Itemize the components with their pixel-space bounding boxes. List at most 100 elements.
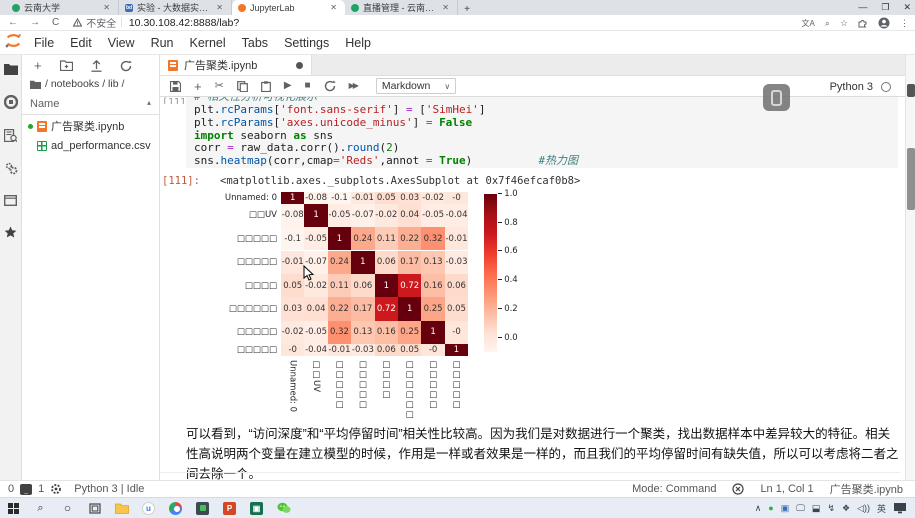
heatmap-cell: 1 (328, 227, 351, 250)
dirty-indicator-dot[interactable] (296, 62, 303, 69)
new-folder-icon[interactable] (60, 60, 73, 71)
command-palette-icon[interactable] (4, 129, 17, 142)
heatmap-ytick-label: □□□□□ (180, 327, 277, 337)
breadcrumb[interactable]: / notebooks / lib / (22, 75, 159, 93)
chevron-up-icon[interactable]: ∧ (755, 503, 762, 514)
copy-icon[interactable] (237, 81, 248, 92)
markdown-cell[interactable]: 可以看到，“访问深度”和“平均停留时间”相关性比较高。因为我们是对数据进行一个聚… (186, 424, 900, 484)
minimize-button[interactable]: — (858, 2, 867, 12)
tab-close-icon[interactable]: ✕ (101, 3, 112, 12)
paste-icon[interactable] (261, 81, 271, 92)
heatmap-ytick-label: □□□□□ (180, 257, 277, 267)
name-column-header[interactable]: Name (30, 98, 59, 110)
kernel-indicator[interactable]: Python 3 (830, 76, 891, 97)
screencast-overlay[interactable] (763, 84, 790, 111)
menu-view[interactable]: View (100, 36, 143, 50)
scrollbar-thumb[interactable] (907, 148, 915, 210)
mode-indicator[interactable]: Mode: Command (632, 483, 716, 495)
open-tabs-icon[interactable] (4, 195, 17, 206)
run-all-icon[interactable]: ▶▶ (349, 82, 357, 90)
add-cell-icon[interactable]: + (194, 80, 202, 93)
address-bar[interactable]: ← → C 不安全 | 10.30.108.42:8888/lab? (0, 15, 915, 31)
youdao-icon[interactable]: u (135, 498, 162, 518)
powerpoint-icon[interactable]: P (216, 498, 243, 518)
menu-dots-icon[interactable]: ⋮ (900, 18, 909, 29)
search-icon[interactable]: ⌕ (27, 498, 54, 518)
menu-settings[interactable]: Settings (276, 36, 337, 50)
save-icon[interactable] (170, 81, 181, 92)
start-icon[interactable] (0, 498, 27, 518)
menu-kernel[interactable]: Kernel (182, 36, 234, 50)
tab-close-icon[interactable]: ✕ (440, 3, 451, 12)
zoom-icon[interactable]: ⌕ (825, 18, 830, 29)
heatmap-cell: 0.03 (398, 192, 421, 204)
display-tray-icon[interactable]: 🖵 (796, 503, 805, 514)
menu-edit[interactable]: Edit (62, 36, 100, 50)
extensions-icon[interactable] (858, 18, 868, 28)
new-tab-button[interactable]: + (458, 4, 476, 15)
menu-help[interactable]: Help (337, 36, 379, 50)
extension-manager-icon[interactable] (4, 226, 17, 239)
network-icon[interactable]: ↯ (827, 503, 835, 514)
browser-tab-3[interactable]: 直播管理 - 云南大学开放平台在线✕ (345, 0, 458, 15)
wechat-icon[interactable] (270, 498, 297, 518)
task-view-icon[interactable] (81, 498, 108, 518)
tab-close-icon[interactable]: ✕ (214, 3, 225, 12)
profile-avatar[interactable] (878, 17, 890, 29)
volume-icon[interactable]: ◁)) (857, 503, 870, 514)
remote-app-icon[interactable] (189, 498, 216, 518)
tab-close-icon[interactable]: ✕ (328, 3, 339, 12)
run-icon[interactable]: ▶ (284, 81, 292, 91)
kernel-status-text[interactable]: Python 3 | Idle (74, 483, 144, 495)
maximize-button[interactable]: ❐ (881, 2, 889, 13)
browser-tab-0[interactable]: 云南大学✕ (6, 0, 119, 15)
usb-icon[interactable]: ⬓ (812, 503, 821, 514)
url-text[interactable]: 10.30.108.42:8888/lab? (129, 17, 239, 29)
forward-icon[interactable]: → (30, 17, 40, 28)
kernels-count[interactable]: 1 (38, 483, 44, 495)
running-sessions-icon[interactable] (4, 95, 18, 109)
restart-icon[interactable] (324, 80, 336, 92)
heatmap-cell: -0.02 (304, 274, 327, 297)
terminals-count[interactable]: 0 (8, 483, 14, 495)
ime-icon[interactable]: 英 (877, 502, 886, 515)
new-launcher-icon[interactable]: + (34, 58, 42, 73)
scrollbar-block[interactable] (907, 84, 915, 97)
cell-type-dropdown[interactable]: Markdown ∨ (376, 78, 456, 94)
scrollbar-track[interactable] (905, 55, 915, 480)
green-status-icon[interactable]: ● (768, 503, 773, 513)
file-explorer-icon[interactable] (108, 498, 135, 518)
show-desktop-icon[interactable] (893, 502, 907, 514)
menu-run[interactable]: Run (143, 36, 182, 50)
property-inspector-icon[interactable] (4, 162, 18, 175)
browser-tab-2[interactable]: JupyterLab✕ (232, 0, 345, 15)
chrome-icon[interactable] (162, 498, 189, 518)
warning-icon (73, 18, 82, 27)
doc-tab-notebook[interactable]: 广告聚类.ipynb (160, 55, 312, 75)
menu-tabs[interactable]: Tabs (234, 36, 276, 50)
code-cell[interactable]: # 相关性分析可视化展示plt.rcParams['font.sans-seri… (186, 97, 898, 168)
reload-icon[interactable]: C (52, 17, 59, 28)
stop-icon[interactable]: ■ (305, 81, 311, 91)
file-browser-icon[interactable] (4, 63, 18, 75)
cut-icon[interactable]: ✂ (215, 81, 224, 92)
notification-icon[interactable] (732, 483, 744, 495)
file-row-csv[interactable]: ad_performance.csv (22, 137, 159, 155)
bluetooth-icon[interactable]: ❖ (842, 503, 850, 514)
file-row-notebook[interactable]: 广告聚类.ipynb (22, 115, 159, 137)
star-icon[interactable]: ☆ (840, 18, 848, 29)
blue-app-icon[interactable]: ▣ (781, 503, 790, 514)
browser-tab-1[interactable]: bd实验 - 大数据实验平台✕ (119, 0, 232, 15)
cortana-icon[interactable]: ○ (54, 498, 81, 518)
cursor-position[interactable]: Ln 1, Col 1 (760, 483, 813, 495)
heatmap-xtick-label: □□□□□ (328, 360, 351, 426)
upload-icon[interactable] (91, 60, 102, 72)
statusbar-filename: 广告聚类.ipynb (830, 481, 903, 497)
refresh-icon[interactable] (120, 60, 132, 72)
menu-file[interactable]: File (26, 36, 62, 50)
back-icon[interactable]: ← (8, 17, 18, 28)
close-button[interactable]: ✕ (903, 2, 911, 13)
meeting-icon[interactable]: ▣ (243, 498, 270, 518)
sort-caret-icon[interactable]: ▴ (147, 98, 151, 110)
translate-icon[interactable]: 文A (802, 18, 815, 29)
